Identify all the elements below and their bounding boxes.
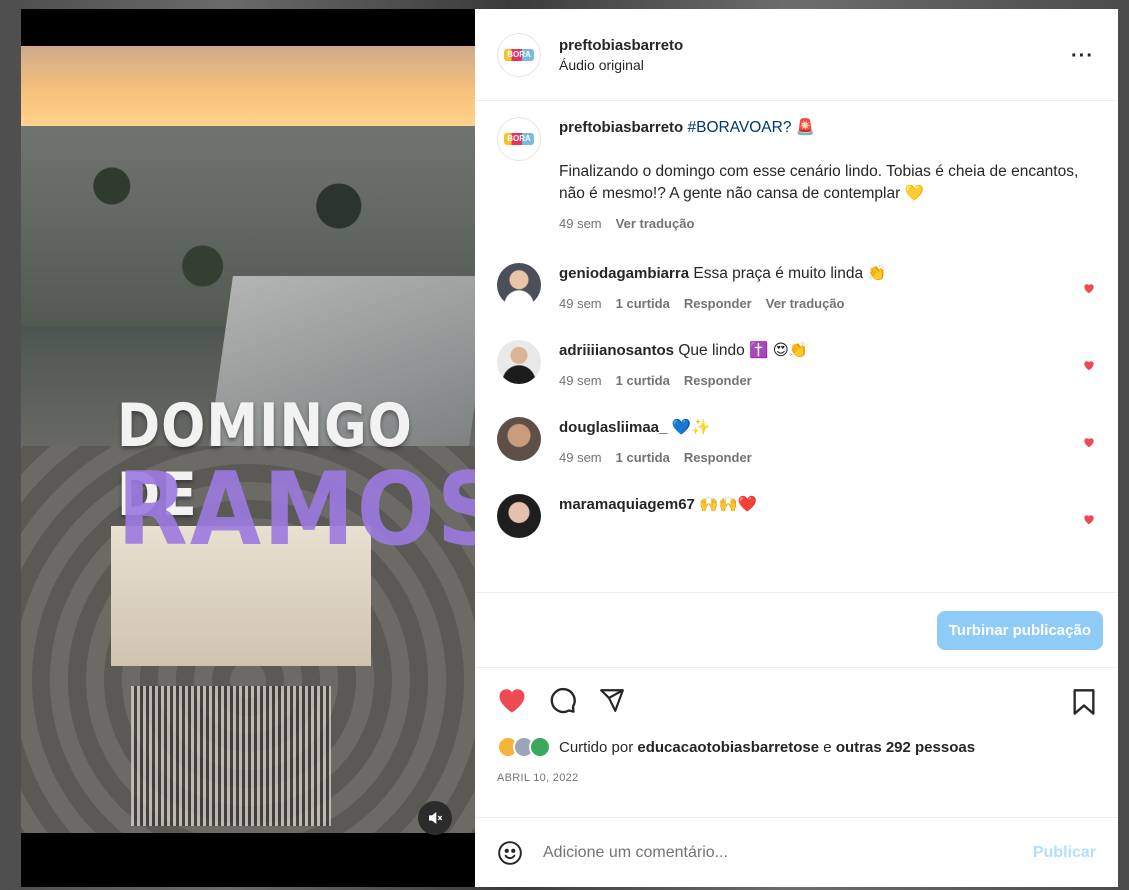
comment-username[interactable]: adriiiianosantos <box>559 342 674 359</box>
caption-username[interactable]: preftobiasbarreto <box>559 119 683 136</box>
reply-button[interactable]: Responder <box>684 370 752 392</box>
comment-text: 💙✨ <box>671 419 711 436</box>
liked-by-connector: e <box>823 738 832 756</box>
caption-emoji: 🚨 <box>795 119 816 136</box>
liked-by-user[interactable]: educacaotobiasbarretose <box>637 739 819 756</box>
video-player[interactable]: DOMINGO DE RAMOS <box>21 9 475 887</box>
comment-text: 🙌🙌❤️ <box>699 496 758 513</box>
muted-speaker-icon <box>429 811 443 825</box>
share-send-icon[interactable] <box>599 687 625 713</box>
liker-avatars <box>497 736 551 758</box>
likes-summary[interactable]: Curtido por educacaotobiasbarretose e ou… <box>497 736 1096 758</box>
commenter-avatar[interactable] <box>497 263 541 307</box>
commenter-avatar[interactable] <box>497 340 541 384</box>
reply-button[interactable]: Responder <box>684 447 752 469</box>
post-header: BORA preftobiasbarreto Áudio original ··… <box>475 9 1118 101</box>
boost-post-button[interactable]: Turbinar publicação <box>936 610 1103 650</box>
comment-like-heart-icon[interactable] <box>1082 512 1096 526</box>
add-comment-bar: Publicar <box>475 817 1118 887</box>
comment-like-heart-icon[interactable] <box>1082 281 1096 295</box>
comment-text: Essa praça é muito linda 👏 <box>693 265 887 282</box>
comment-likes-count[interactable]: 1 curtida <box>616 293 670 315</box>
caption-hashtag[interactable]: #BORAVOAR? <box>688 119 792 136</box>
author-username[interactable]: preftobiasbarreto <box>559 37 683 54</box>
comment-likes-count[interactable]: 1 curtida <box>616 447 670 469</box>
post-date[interactable]: ABRIL 10, 2022 <box>497 772 1096 784</box>
audio-label[interactable]: Áudio original <box>559 57 683 73</box>
post-details-panel: BORA preftobiasbarreto Áudio original ··… <box>475 9 1118 887</box>
translate-link[interactable]: Ver tradução <box>766 293 845 315</box>
more-options-button[interactable]: ··· <box>1071 45 1094 68</box>
liked-by-prefix: Curtido por <box>559 738 634 756</box>
comment-input[interactable] <box>543 843 1033 862</box>
boost-section: Turbinar publicação <box>475 592 1118 667</box>
author-avatar[interactable]: BORA <box>497 32 541 77</box>
comment-item: geniodagambiarra Essa praça é muito lind… <box>497 263 1096 315</box>
mute-button[interactable] <box>418 801 452 835</box>
commenter-avatar[interactable] <box>497 417 541 461</box>
post-actions: Curtido por educacaotobiasbarretose e ou… <box>475 667 1118 817</box>
comment-time: 49 sem <box>559 296 602 311</box>
comment-item: adriiiianosantos Que lindo ✝️ 😍👏 49 sem … <box>497 340 1096 392</box>
comment-time: 49 sem <box>559 373 602 388</box>
post-caption: BORA preftobiasbarreto #BORAVOAR? 🚨 Fina… <box>497 117 1096 235</box>
publish-button[interactable]: Publicar <box>1033 844 1096 862</box>
post-modal: DOMINGO DE RAMOS BORA preftobiasbarreto … <box>21 9 1118 887</box>
emoji-icon[interactable] <box>497 840 523 866</box>
caption-translate-link[interactable]: Ver tradução <box>616 213 695 235</box>
comment-username[interactable]: geniodagambiarra <box>559 265 689 282</box>
comment-item: maramaquiagem67 🙌🙌❤️ <box>497 494 1096 538</box>
commenter-avatar[interactable] <box>497 494 541 538</box>
caption-time: 49 sem <box>559 216 602 231</box>
heart-icon[interactable] <box>497 686 527 714</box>
comment-icon[interactable] <box>549 686 577 714</box>
comments-section[interactable]: BORA preftobiasbarreto #BORAVOAR? 🚨 Fina… <box>475 101 1118 592</box>
brand-logo: BORA <box>504 133 534 145</box>
comment-like-heart-icon[interactable] <box>1082 435 1096 449</box>
comment-item: douglasliimaa_ 💙✨ 49 sem 1 curtida Respo… <box>497 417 1096 469</box>
video-frame: DOMINGO DE RAMOS <box>21 46 475 833</box>
comment-likes-count[interactable]: 1 curtida <box>616 370 670 392</box>
comment-like-heart-icon[interactable] <box>1082 358 1096 372</box>
liked-by-others[interactable]: outras 292 pessoas <box>836 739 975 756</box>
comment-username[interactable]: douglasliimaa_ <box>559 419 667 436</box>
reply-button[interactable]: Responder <box>684 293 752 315</box>
brand-logo: BORA <box>504 48 534 61</box>
bookmark-icon[interactable] <box>1072 688 1096 716</box>
caption-text: Finalizando o domingo com esse cenário l… <box>559 163 1079 202</box>
comment-username[interactable]: maramaquiagem67 <box>559 496 695 513</box>
caption-avatar[interactable]: BORA <box>497 117 541 161</box>
comment-text: Que lindo ✝️ 😍👏 <box>678 342 809 359</box>
comment-time: 49 sem <box>559 450 602 465</box>
video-overlay-title-line2: RAMOS <box>117 450 475 569</box>
